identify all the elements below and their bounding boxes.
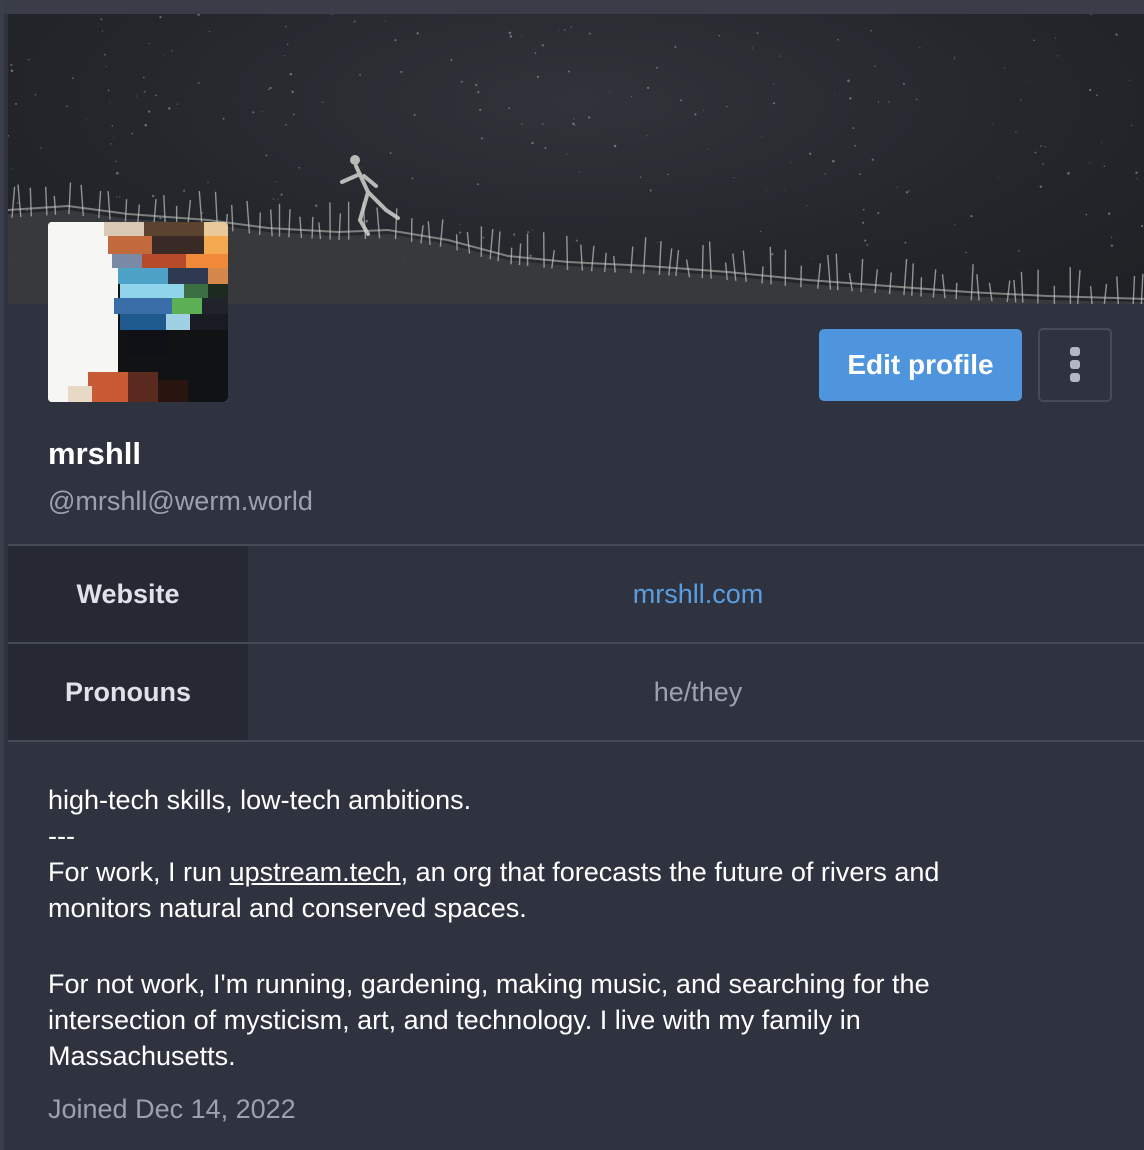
account-handle: @mrshll@werm.world — [48, 486, 313, 516]
website-link[interactable]: mrshll.com — [633, 579, 764, 610]
joined-date: Joined Dec 14, 2022 — [48, 1094, 296, 1124]
bio-work-paragraph: For work, I run upstream.tech, an org th… — [48, 854, 1048, 926]
runner-figure — [340, 155, 400, 236]
avatar-image — [48, 222, 228, 402]
bio-separator: --- — [48, 821, 75, 851]
display-name: mrshll — [48, 436, 142, 471]
pronouns-value: he/they — [653, 676, 743, 707]
profile-fields-table: Website mrshll.com Pronouns he/they — [8, 544, 1144, 742]
top-edge — [4, 0, 1144, 14]
edit-profile-button[interactable]: Edit profile — [819, 329, 1022, 401]
field-label: Website — [8, 546, 248, 642]
more-options-button[interactable] — [1038, 328, 1112, 402]
avatar[interactable] — [48, 222, 228, 402]
field-row-pronouns: Pronouns he/they — [8, 644, 1144, 742]
upstream-link[interactable]: upstream.tech — [230, 857, 401, 887]
kebab-vertical-icon — [1070, 347, 1080, 382]
profile-card: Edit profile mrshll @mrshll@werm.world W… — [0, 0, 1144, 1150]
bio-leisure-paragraph: For not work, I'm running, gardening, ma… — [48, 969, 930, 1071]
field-label: Pronouns — [8, 644, 248, 740]
profile-bio: high-tech skills, low-tech ambitions. --… — [48, 782, 1048, 1074]
field-value: he/they — [248, 644, 1144, 740]
field-value: mrshll.com — [248, 546, 1144, 642]
bio-text: For work, I run — [48, 857, 230, 887]
field-row-website: Website mrshll.com — [8, 546, 1144, 644]
bio-line: high-tech skills, low-tech ambitions. — [48, 785, 472, 815]
